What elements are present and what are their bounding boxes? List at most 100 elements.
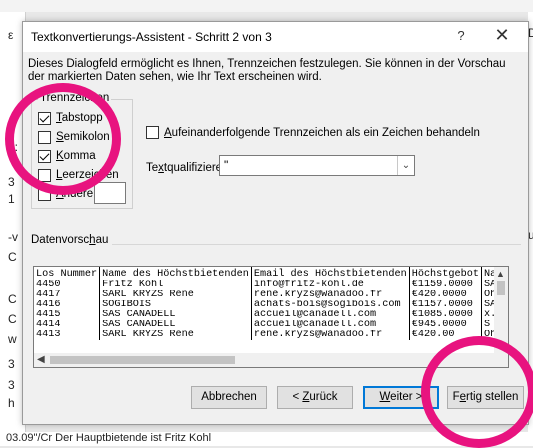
semicolon-checkbox-label: Semikolon <box>56 131 110 143</box>
text-import-wizard-dialog: Textkonvertierungs-Assistent - Schritt 2… <box>22 21 529 425</box>
data-preview-table: Los Nummer Name des Höchstbietenden Email … <box>34 267 494 340</box>
preview-cell: achats-bois@sogibois.com <box>251 300 410 310</box>
other-checkbox-label: Andere: <box>56 188 97 200</box>
delimiter-group-legend: Trennzeichen <box>38 92 112 104</box>
bg-char: C <box>8 292 17 306</box>
preview-cell: Oh <box>481 290 494 300</box>
bg-char: w <box>8 332 17 346</box>
preview-cell: accueil@canadell.com <box>251 320 410 330</box>
next-button[interactable]: Weiter > <box>363 386 439 409</box>
horizontal-scroll-thumb[interactable] <box>50 356 235 364</box>
preview-cell: 4416 <box>34 300 101 310</box>
dialog-titlebar: Textkonvertierungs-Assistent - Schritt 2… <box>23 22 528 52</box>
preview-cell: SOGIBOIS <box>99 300 252 310</box>
preview-cell: SARL KRYZS Rene <box>99 290 252 300</box>
delimiter-group: Trennzeichen Tabstopp Semikolon Komma Le… <box>31 92 133 209</box>
preview-cell: €1085.0000 <box>409 310 482 320</box>
data-preview[interactable]: Los Nummer Name des Höchstbietenden Email … <box>33 266 509 368</box>
text-qualifier-label: Textqualifizierer: <box>146 162 230 174</box>
bg-char: h <box>8 396 15 410</box>
preview-cell: Name des Höchstbietenden <box>99 267 252 280</box>
preview-row: 4413 SARL KRYZS Rene rene.kryzs@wanadoo.fr… <box>34 330 494 340</box>
tab-checkbox[interactable] <box>38 111 51 125</box>
comma-checkbox-row[interactable]: Komma <box>38 148 96 164</box>
semicolon-checkbox-row[interactable]: Semikolon <box>38 129 110 145</box>
bg-char: 3 <box>8 357 15 371</box>
bg-char: 1: <box>8 140 19 154</box>
help-button[interactable]: ? <box>451 28 471 46</box>
finish-button[interactable]: Fertig stellen <box>447 386 524 409</box>
preview-cell: accueil@canadell.com <box>251 310 410 320</box>
scroll-up-icon[interactable]: ▲ <box>496 269 505 279</box>
text-qualifier-value: " <box>224 158 229 172</box>
consecutive-delimiters-label: Aufeinanderfolgende Trennzeichen als ein… <box>164 126 480 139</box>
other-delimiter-input[interactable] <box>94 182 126 204</box>
spreadsheet-bottom-row: 03.09"/Cr Der Hauptbietende ist Fritz Ko… <box>0 432 533 446</box>
preview-cell: SAS CANADELL <box>99 310 252 320</box>
semicolon-checkbox[interactable] <box>38 130 51 144</box>
bg-char: C <box>8 312 17 326</box>
text-qualifier-select[interactable]: " ⌄ <box>219 155 415 176</box>
tab-checkbox-label: Tabstopp <box>56 112 103 124</box>
data-preview-content: Los Nummer Name des Höchstbietenden Email … <box>34 267 494 353</box>
preview-vertical-scrollbar[interactable]: ▲ <box>494 267 508 353</box>
back-button[interactable]: < Zurück <box>277 386 353 409</box>
preview-cell: €1157.0000 <box>409 300 482 310</box>
preview-cell: €1159.0000 <box>409 280 482 290</box>
preview-cell: x.1 <box>481 310 494 320</box>
preview-header-row: Los Nummer Name des Höchstbietenden Email … <box>34 267 494 280</box>
dialog-description: Dieses Dialogfeld ermöglicht es Ihnen, T… <box>28 58 506 83</box>
preview-cell: SAS CANADELL <box>99 320 252 330</box>
close-button[interactable]: ✕ <box>489 25 515 47</box>
preview-row: 4414 SAS CANADELL accueil@canadell.com €945… <box>34 320 494 330</box>
comma-checkbox[interactable] <box>38 149 51 163</box>
preview-cell: €945.0000 <box>409 320 482 330</box>
preview-cell: €420.0000 <box>409 290 482 300</box>
preview-cell: 4417 <box>34 290 101 300</box>
preview-cell: 4415 <box>34 310 101 320</box>
preview-cell: 4413 <box>34 330 101 340</box>
vertical-scroll-thumb[interactable] <box>497 281 505 295</box>
space-checkbox[interactable] <box>38 168 51 182</box>
bg-char: 3 <box>8 175 15 189</box>
other-checkbox[interactable] <box>38 187 51 201</box>
spreadsheet-strip <box>0 0 533 12</box>
preview-cell: Email des Höchstbietenden <box>251 267 410 280</box>
preview-cell: Na <box>481 267 494 280</box>
other-checkbox-row[interactable]: Andere: <box>38 186 96 202</box>
preview-cell: info@fritz-kohl.de <box>251 280 410 290</box>
preview-cell: SA <box>481 300 494 310</box>
dialog-title: Textkonvertierungs-Assistent - Schritt 2… <box>31 30 272 44</box>
consecutive-delimiters-row[interactable]: Aufeinanderfolgende Trennzeichen als ein… <box>146 126 480 139</box>
preview-cell: Los Nummer <box>34 267 101 280</box>
tab-checkbox-row[interactable]: Tabstopp <box>38 110 103 126</box>
bg-char: -v <box>8 230 18 244</box>
space-checkbox-row[interactable]: Leerzeichen <box>38 167 119 183</box>
space-checkbox-label: Leerzeichen <box>56 169 119 181</box>
bg-char: C <box>8 250 17 264</box>
preview-label: Datenvorschau <box>31 234 113 246</box>
preview-cell: SA <box>481 280 494 290</box>
chevron-down-icon[interactable]: ⌄ <box>397 156 414 175</box>
preview-row: 4417 SARL KRYZS Rene rene.kryzs@wanadoo.fr… <box>34 290 494 300</box>
preview-cell: rene.kryzs@wanadoo.fr <box>251 290 410 300</box>
preview-horizontal-scrollbar[interactable]: ◀ <box>34 353 508 367</box>
preview-row: 4450 Fritz Kohl info@fritz-kohl.de €1159.00… <box>34 280 494 290</box>
preview-row: 4415 SAS CANADELL accueil@canadell.com €108… <box>34 310 494 320</box>
preview-cell: Fritz Kohl <box>99 280 252 290</box>
preview-row: 4416 SOGIBOIS achats-bois@sogibois.com €115… <box>34 300 494 310</box>
preview-cell: rene.kryzs@wanadoo.fr <box>251 330 410 340</box>
cancel-button[interactable]: Abbrechen <box>191 386 267 409</box>
preview-cell: Oh <box>481 330 494 340</box>
preview-cell: 4414 <box>34 320 101 330</box>
preview-cell: Höchstgebot <box>409 267 482 280</box>
scroll-left-icon[interactable]: ◀ <box>37 354 45 365</box>
comma-checkbox-label: Komma <box>56 150 96 162</box>
bg-char: ε <box>8 28 14 42</box>
preview-cell: SARL KRYZS Rene <box>99 330 252 340</box>
preview-cell: S <box>481 320 494 330</box>
preview-cell: 4450 <box>34 280 101 290</box>
consecutive-delimiters-checkbox[interactable] <box>146 126 159 139</box>
bg-char: 1 <box>8 192 15 206</box>
bg-char: 3 <box>8 378 15 392</box>
